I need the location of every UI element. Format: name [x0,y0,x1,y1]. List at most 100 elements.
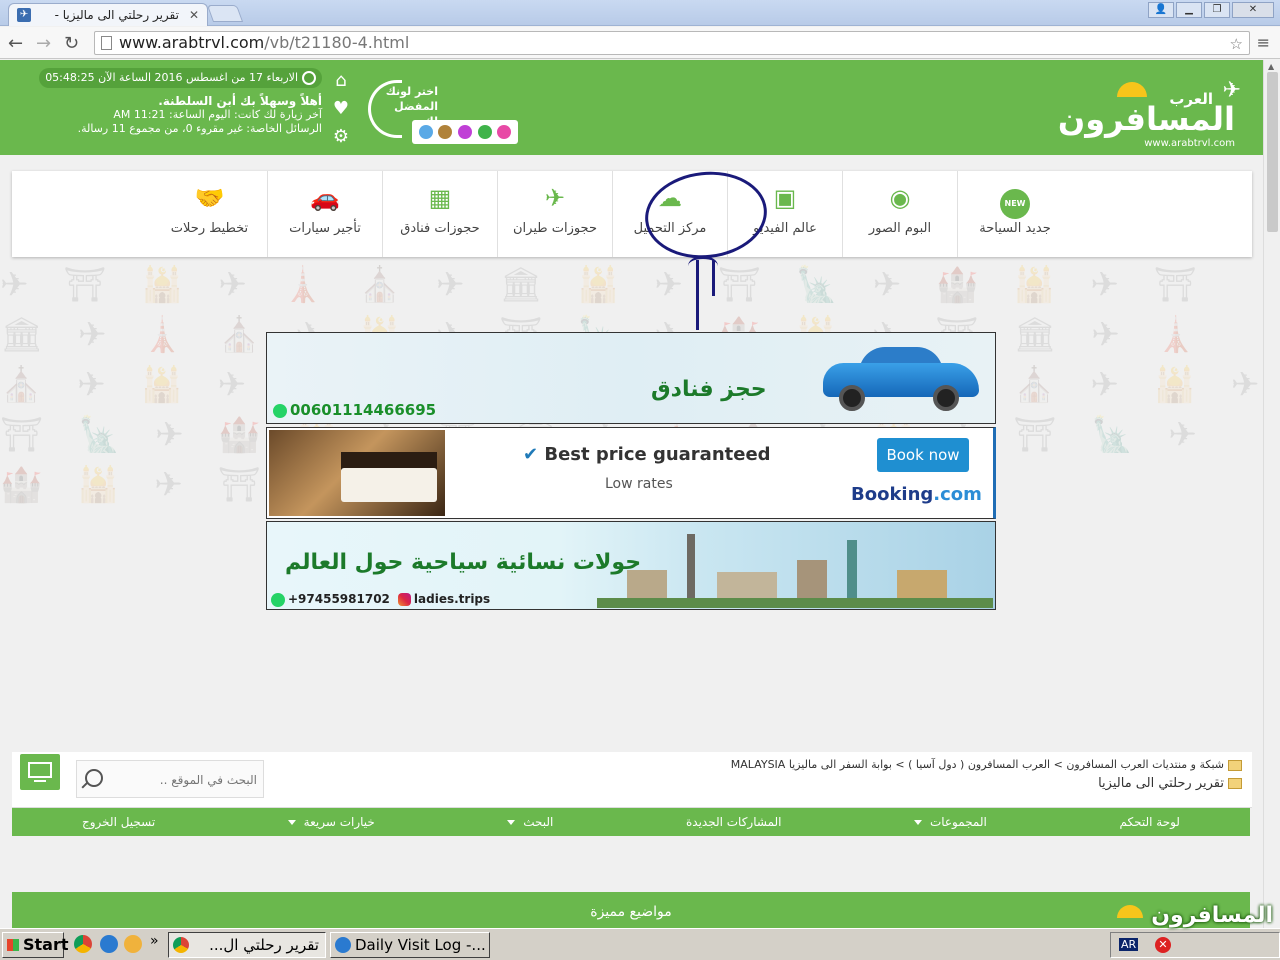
ladies-tours-banner[interactable]: جولات نسائية سياحية حول العالم +97455981… [266,521,996,610]
color-swatch[interactable] [477,125,492,139]
video-camera-icon: ▣ [773,184,797,212]
browser-tab[interactable]: ✈ تقرير رحلتي الى ماليزيا - ✕ [8,3,208,26]
heart-icon[interactable]: ♥ [330,98,352,126]
windows-taskbar: Start » تقرير رحلتي ال... Daily Visit Lo… [0,903,1280,960]
hand-drawn-arrow-line [696,260,699,330]
nav-label: البوم الصور [868,221,932,236]
menu-search[interactable]: البحث [507,808,553,836]
hand-drawn-arrow-line [712,260,715,296]
private-messages-link[interactable]: الرسائل الخاصة: غير مقروء 0، من مجموع 11… [10,122,322,136]
reload-icon[interactable]: ↻ [64,33,79,54]
browser-menu-icon[interactable]: ≡ [1257,33,1270,52]
window-close-icon[interactable]: ✕ [1232,2,1274,18]
whatsapp-icon [271,592,285,607]
menu-control-panel[interactable]: لوحة التحكم [1119,808,1180,836]
color-swatches [412,120,518,144]
forum-menu-bar: لوحة التحكم المجموعات المشاركات الجديدة … [12,808,1250,836]
sun-icon [1117,82,1147,97]
menu-logout[interactable]: تسجيل الخروج [82,808,155,836]
nav-item-photo-album[interactable]: ◉ البوم الصور [842,171,957,257]
welcome-text: أهلاً وسهلاً بك أبن السلطنة. [158,94,322,108]
chevron-down-icon [287,820,296,825]
user-info: الاربعاء 17 من اغسطس 2016 الساعة الآن 05… [10,68,322,136]
breadcrumb-links[interactable]: شبكة و منتديات العرب المسافرون > العرب ا… [731,758,1224,771]
nav-item-tourism-news[interactable]: NEW جديد السياحة [957,171,1072,257]
last-visit-text: آخر زيارة لك كانت: اليوم الساعة: 11:21 A… [113,108,322,121]
color-swatch[interactable] [457,125,472,139]
banner-phone: 00601114466695 [273,401,436,419]
banner-headline: ✔ Best price guaranteed [523,444,771,465]
car-icon: 🚗 [310,184,340,212]
color-swatch[interactable] [438,125,453,139]
ad-banners: حجز فنادق 00601114466695 ✔ Best price gu… [266,332,996,610]
color-swatch[interactable] [418,125,433,139]
logo-line2: المسافرون [1057,100,1236,138]
chrome-icon [173,937,189,953]
booking-com-banner[interactable]: ✔ Best price guaranteed Low rates Book n… [266,427,996,519]
back-arrow-icon[interactable]: ← [8,33,23,54]
nav-item-trip-planning[interactable]: 🤝 تخطيط رحلات [152,171,267,257]
internet-explorer-icon[interactable] [100,935,118,953]
date-time-box: الاربعاء 17 من اغسطس 2016 الساعة الآن 05… [39,68,322,88]
messenger-icon[interactable] [124,935,142,953]
system-tray: AR ✕ المسافرون [1110,903,1280,958]
breadcrumb: شبكة و منتديات العرب المسافرون > العرب ا… [731,758,1242,771]
building-icon: ▦ [428,184,452,212]
search-icon[interactable] [85,769,103,787]
nav-label: جديد السياحة [979,221,1051,236]
banner-text: حجز فنادق [651,377,767,402]
layout-toggle-button[interactable] [20,754,60,790]
scroll-up-icon[interactable]: ▲ [1268,62,1274,71]
chrome-icon[interactable] [74,935,92,953]
new-tab-button[interactable] [206,5,244,22]
hotel-booking-banner[interactable]: حجز فنادق 00601114466695 [266,332,996,424]
new-badge-icon: NEW [1000,183,1030,219]
handshake-icon: 🤝 [194,184,225,212]
booking-logo: Booking.com [851,484,982,505]
user-icon[interactable]: 👤 [1148,2,1174,18]
minimize-icon[interactable]: ▁ [1176,2,1202,18]
page-scrollbar[interactable]: ▲ [1263,60,1280,928]
menu-quick-options[interactable]: خيارات سريعة [287,808,375,836]
quicklaunch-chevron[interactable]: » [150,933,159,949]
home-icon[interactable]: ⌂ [330,70,352,98]
instagram-icon [397,593,411,606]
page-viewport: ✈ ⛩ 🕌 ✈ 🗼 ⛪ ✈ 🏛 🕌 ✈ ⛩ 🗽 ✈ 🏰 🕌 ✈ ⛩ 🏛 ✈ 🗼 … [0,60,1263,928]
nav-item-car-rental[interactable]: 🚗 تأجير سيارات [267,171,382,257]
site-logo[interactable]: ✈ العرب المسافرون www.arabtrvl.com [1058,68,1249,149]
window-controls: 👤 ▁ ❐ ✕ [1148,2,1274,18]
search-input[interactable] [113,769,259,791]
restore-icon[interactable]: ❐ [1204,2,1230,18]
check-icon: ✔ [523,444,539,465]
car-image [823,343,979,415]
color-swatch[interactable] [497,125,512,139]
taskbar-chrome-window[interactable]: تقرير رحلتي ال... [168,932,326,958]
book-now-button[interactable]: Book now [877,438,969,472]
tab-close-icon[interactable]: ✕ [189,8,199,22]
browser-titlebar: ✈ تقرير رحلتي الى ماليزيا - ✕ 👤 ▁ ❐ ✕ [0,0,1280,26]
banner-subtext: Low rates [605,476,673,492]
forward-arrow-icon[interactable]: → [36,33,51,54]
bookmark-star-icon[interactable]: ☆ [1230,35,1243,53]
url-path: /vb/t21180-4.html [264,33,410,52]
url-field[interactable]: www.arabtrvl.com/vb/t21180-4.html ☆ [94,31,1250,55]
header-quick-icons: ⌂ ♥ ⚙ [330,70,352,154]
site-search [76,760,264,798]
taskbar-ie-window[interactable]: Daily Visit Log -... [330,932,490,958]
nav-item-hotel-booking[interactable]: ▦ حجوزات فنادق [382,171,497,257]
menu-new-posts[interactable]: المشاركات الجديدة [686,808,782,836]
scroll-thumb[interactable] [1267,72,1278,232]
eye-icon: ◉ [889,184,911,212]
language-indicator[interactable]: AR [1119,938,1139,951]
error-icon[interactable]: ✕ [1155,937,1171,953]
start-button[interactable]: Start [2,932,69,958]
theme-picker: اختر لونك المفضل لك [368,76,518,148]
clock-icon [302,71,316,85]
nav-item-flight-booking[interactable]: ✈ حجوزات طيران [497,171,612,257]
gear-icon[interactable]: ⚙ [330,126,352,154]
datetime-text: الاربعاء 17 من اغسطس 2016 الساعة الآن 05… [45,71,298,84]
thread-title: تقرير رحلتي الى ماليزيا [1098,776,1242,791]
menu-groups[interactable]: المجموعات [914,808,987,836]
featured-topics-header[interactable]: مواضيع مميزة [12,892,1250,928]
nav-label: تأجير سيارات [289,221,361,236]
